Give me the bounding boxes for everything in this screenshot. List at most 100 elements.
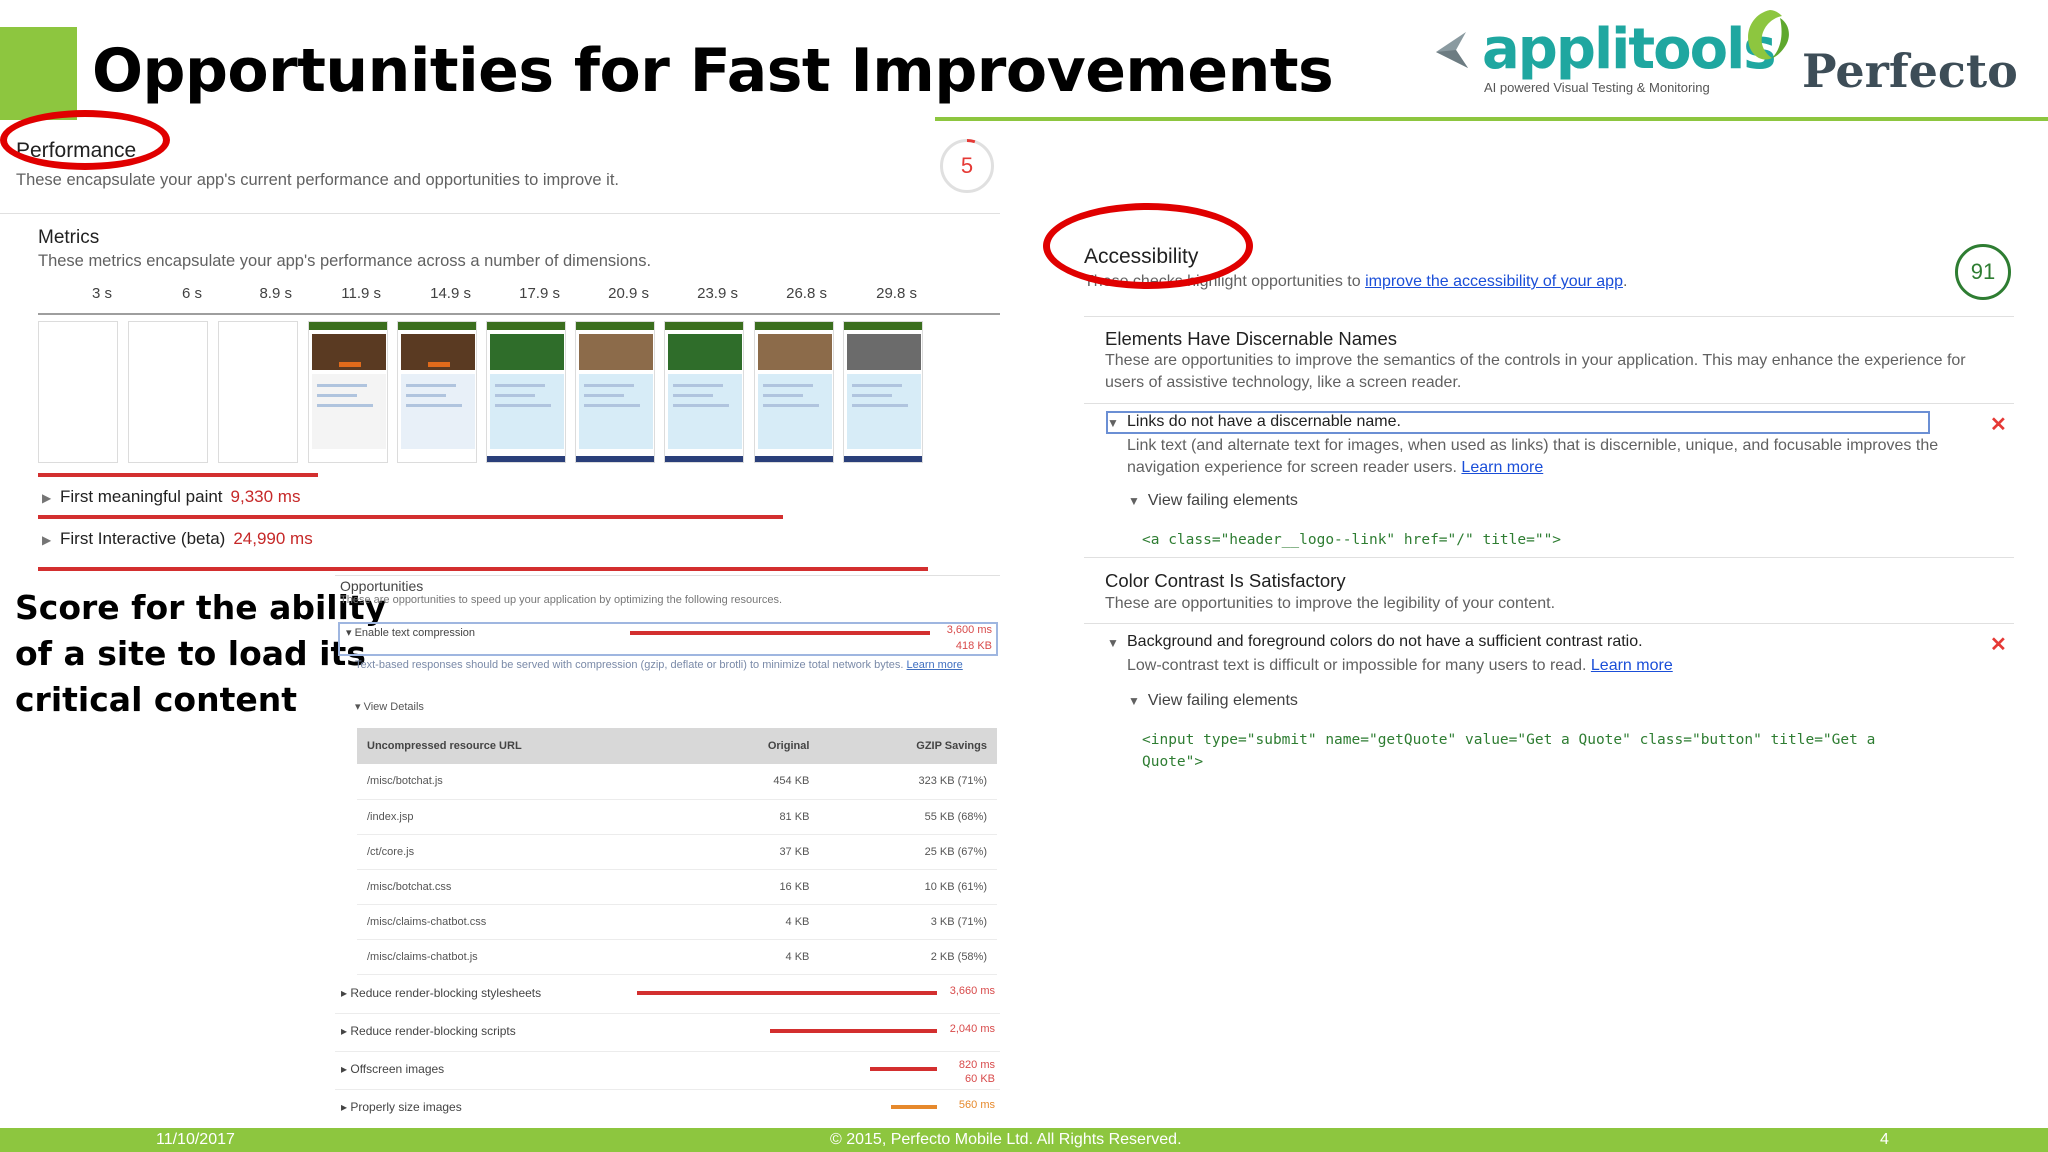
slide-footer: 11/10/2017 © 2015, Perfecto Mobile Ltd. … [0,1128,2048,1152]
audit-color-contrast[interactable]: ▼ Background and foreground colors do no… [1105,633,2005,683]
disclosure-triangle-icon: ▼ [1128,494,1140,508]
filmstrip-tick: 6 s [181,285,202,302]
filmstrip-tick: 8.9 s [259,285,292,302]
opportunity-offscreen-images[interactable]: ▸ Offscreen images 820 ms 60 KB [335,1056,1000,1090]
opportunity-label: Reduce render-blocking stylesheets [350,986,542,1000]
metric-first-interactive[interactable]: ▶ First Interactive (beta) 24,990 ms [38,525,928,571]
opportunity-note: Text-based responses should be served wi… [355,658,995,673]
accent-block [0,27,77,120]
applitools-logo: applitools AI powered Visual Testing & M… [1432,18,1777,98]
metrics-title: Metrics [38,227,100,248]
section-title-discernable-names: Elements Have Discernable Names [1105,328,1398,349]
column-header: Uncompressed resource URL [357,728,699,764]
perfecto-logo: Perfecto [1740,6,2030,98]
opportunity-label: Offscreen images [350,1062,445,1076]
filmstrip: 3 s 6 s 8.9 s 11.9 s 14.9 s 17.9 s 20.9 … [38,285,1000,463]
filmstrip-frame [843,321,923,463]
opportunity-kb: 60 KB [965,1073,995,1085]
filmstrip-tick: 29.8 s [876,285,917,302]
metric-bar [38,515,783,519]
improve-accessibility-link[interactable]: improve the accessibility of your app [1365,273,1623,290]
failing-element-code: <a class="header__logo--link" href="/" t… [1142,532,1562,548]
footer-copyright: © 2015, Perfecto Mobile Ltd. All Rights … [830,1131,1182,1148]
caption-line: critical content [15,680,298,719]
opportunity-ms: 2,040 ms [949,1023,995,1035]
disclosure-triangle-icon: ▸ [341,1062,351,1076]
opportunity-properly-size-images[interactable]: ▸ Properly size images 560 ms [335,1094,1000,1124]
opportunity-label: Enable text compression [354,627,476,639]
divider [1084,316,2014,317]
view-details-label: View Details [363,701,424,713]
perfecto-wordmark: Perfecto [1802,44,2018,98]
performance-score-gauge: 5 [940,139,994,193]
opportunity-kb: 418 KB [955,640,992,652]
table-cell: 323 KB (71%) [819,764,997,800]
table-cell: 81 KB [698,799,820,835]
accessibility-score-gauge: 91 [1955,244,2011,300]
slide-caption: Score for the ability of a site to load … [15,585,386,723]
table-cell: /misc/botchat.css [357,869,699,905]
accessibility-report-panel: Accessibility These checks highlight opp… [1040,220,2048,800]
metric-value: 9,330 ms [230,487,301,506]
opportunity-render-blocking-scripts[interactable]: ▸ Reduce render-blocking scripts 2,040 m… [335,1018,1000,1052]
table-cell: /misc/botchat.js [357,764,699,800]
filmstrip-frame [575,321,655,463]
divider [1084,403,2014,404]
audit-links-discernable-name[interactable]: ▼ Links do not have a discernable name. … [1105,413,2005,476]
divider [335,575,1000,576]
divider [1084,557,2014,558]
opportunity-bar [891,1105,937,1109]
learn-more-link[interactable]: Learn more [1591,657,1673,674]
opportunity-bar [770,1029,937,1033]
footer-date: 11/10/2017 [156,1131,235,1148]
opportunity-ms: 560 ms [958,1099,995,1111]
disclosure-triangle-icon: ▶ [42,491,52,505]
filmstrip-tick: 14.9 s [430,285,471,302]
filmstrip-tick: 11.9 s [341,285,381,302]
opportunity-label: Reduce render-blocking scripts [350,1024,516,1038]
opportunity-note-text: Text-based responses should be served wi… [355,659,904,671]
table-cell: /misc/claims-chatbot.css [357,904,699,940]
table-cell: /index.jsp [357,799,699,835]
table-cell: 37 KB [698,834,820,870]
filmstrip-frame [754,321,834,463]
table-cell: 3 KB (71%) [819,904,997,940]
title-underline [935,117,2048,121]
disclosure-triangle-icon: ▸ [341,1024,351,1038]
filmstrip-frame-blank [38,321,118,463]
opportunities-panel: Opportunities These are opportunities to… [335,572,1000,1127]
view-failing-elements-toggle[interactable]: ▼ View failing elements [1128,492,1298,510]
table-row: /misc/claims-chatbot.css 4 KB 3 KB (71%) [357,904,997,940]
section-title-color-contrast: Color Contrast Is Satisfactory [1105,570,1346,591]
annotation-ring-performance [0,110,170,170]
filmstrip-tick: 3 s [91,285,112,302]
disclosure-triangle-icon: ▸ [341,986,351,1000]
opportunity-enable-text-compression[interactable]: ▾ Enable text compression 3,600 ms 418 K… [338,622,998,656]
learn-more-link[interactable]: Learn more [906,659,962,671]
accessibility-description-suffix: . [1622,273,1628,290]
opportunity-bar [630,631,930,635]
filmstrip-frame [486,321,566,463]
disclosure-triangle-icon: ▼ [1128,694,1140,708]
fail-x-icon: ✕ [1990,414,2007,436]
perfecto-logo-icon [1748,10,1789,60]
metric-first-meaningful-paint[interactable]: ▶ First meaningful paint 9,330 ms [38,473,928,519]
opportunity-ms: 820 ms [958,1059,995,1071]
opportunity-bar [637,991,937,995]
caption-line: of a site to load its [15,634,366,673]
table-header-row: Uncompressed resource URL Original GZIP … [357,728,997,764]
metric-name: First Interactive (beta) [60,529,226,548]
view-failing-elements-toggle[interactable]: ▼ View failing elements [1128,692,1298,710]
view-details-toggle[interactable]: ▾ View Details [355,700,424,713]
opportunity-render-blocking-stylesheets[interactable]: ▸ Reduce render-blocking stylesheets 3,6… [335,980,1000,1014]
divider [0,213,1000,214]
learn-more-link[interactable]: Learn more [1461,459,1543,476]
disclosure-triangle-icon: ▶ [42,533,52,547]
opportunities-title: Opportunities [340,578,424,594]
filmstrip-frame [397,321,477,463]
table-cell: /misc/claims-chatbot.js [357,939,699,975]
audit-description-text: Low-contrast text is difficult or imposs… [1127,657,1587,674]
disclosure-triangle-icon: ▸ [341,1100,351,1114]
opportunity-ms: 3,600 ms [946,624,992,636]
view-failing-label: View failing elements [1147,492,1298,509]
